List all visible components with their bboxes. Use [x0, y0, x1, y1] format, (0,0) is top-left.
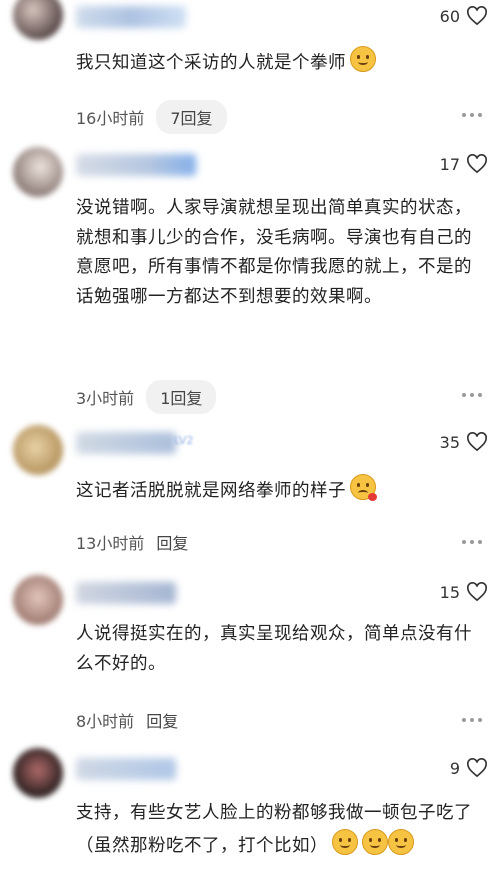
- more-options-icon[interactable]: [462, 393, 482, 397]
- worried-face-icon: [332, 828, 358, 855]
- like-control[interactable]: 17: [440, 154, 488, 174]
- timestamp: 13小时前: [76, 534, 145, 553]
- comment-meta: 3小时前 1回复: [76, 380, 217, 414]
- username-blurred[interactable]: [76, 582, 176, 604]
- comment-text: 我只知道这个采访的人就是个拳师: [76, 46, 476, 79]
- like-count: 35: [439, 432, 460, 452]
- avatar[interactable]: [13, 748, 63, 798]
- comment-meta: 16小时前 7回复: [76, 100, 227, 134]
- comment-meta: 8小时前 回复: [76, 708, 178, 732]
- comment-text: 支持，有些女艺人脸上的粉都够我做一顿包子吃了（虽然那粉吃不了，打个比如）: [76, 799, 476, 861]
- username-blurred[interactable]: [76, 6, 186, 28]
- thinking-face-icon: [350, 46, 376, 72]
- like-control[interactable]: 60: [440, 6, 488, 26]
- username-blurred[interactable]: [76, 154, 196, 176]
- comment-text: 这记者活脱脱就是网络拳师的样子: [76, 474, 476, 507]
- timestamp: 3小时前: [76, 389, 135, 408]
- like-count: 60: [439, 6, 460, 26]
- like-control[interactable]: 9: [450, 758, 488, 778]
- like-count: 9: [449, 758, 460, 778]
- like-count: 17: [439, 154, 460, 174]
- avatar[interactable]: [13, 0, 63, 40]
- heart-icon[interactable]: [466, 582, 488, 602]
- like-control[interactable]: 35: [440, 432, 488, 452]
- comment-text: 人说得挺实在的，真实呈现给观众，简单点没有什么不好的。: [76, 624, 472, 674]
- like-control[interactable]: 15: [440, 582, 488, 602]
- worried-face-icon: [388, 828, 414, 855]
- vomiting-face-icon: [350, 474, 377, 501]
- comment-body: 这记者活脱脱就是网络拳师的样子: [76, 481, 346, 501]
- more-options-icon[interactable]: [462, 540, 482, 544]
- avatar[interactable]: [13, 425, 63, 475]
- like-count: 15: [439, 582, 460, 602]
- reply-button[interactable]: 回复: [156, 530, 188, 554]
- comment-text: 没说错啊。人家导演就想呈现出简单真实的状态，就想和事儿少的合作，没毛病啊。导演也…: [76, 198, 472, 307]
- username-blurred[interactable]: [76, 432, 176, 454]
- heart-icon[interactable]: [466, 6, 488, 26]
- avatar[interactable]: [13, 147, 63, 197]
- comment-meta: 13小时前 回复: [76, 530, 188, 554]
- reply-button[interactable]: 回复: [146, 708, 178, 732]
- more-options-icon[interactable]: [462, 113, 482, 117]
- heart-icon[interactable]: [466, 154, 488, 174]
- avatar[interactable]: [13, 575, 63, 625]
- level-badge: LV2: [174, 434, 194, 447]
- reply-count-button[interactable]: 7回复: [156, 100, 227, 134]
- timestamp: 8小时前: [76, 712, 135, 731]
- reply-count-button[interactable]: 1回复: [146, 380, 217, 414]
- heart-icon[interactable]: [466, 432, 488, 452]
- comment-body: 我只知道这个采访的人就是个拳师: [76, 53, 346, 73]
- worried-face-icon: [362, 828, 388, 855]
- more-options-icon[interactable]: [462, 718, 482, 722]
- username-blurred[interactable]: [76, 758, 176, 780]
- timestamp: 16小时前: [76, 109, 145, 128]
- heart-icon[interactable]: [466, 758, 488, 778]
